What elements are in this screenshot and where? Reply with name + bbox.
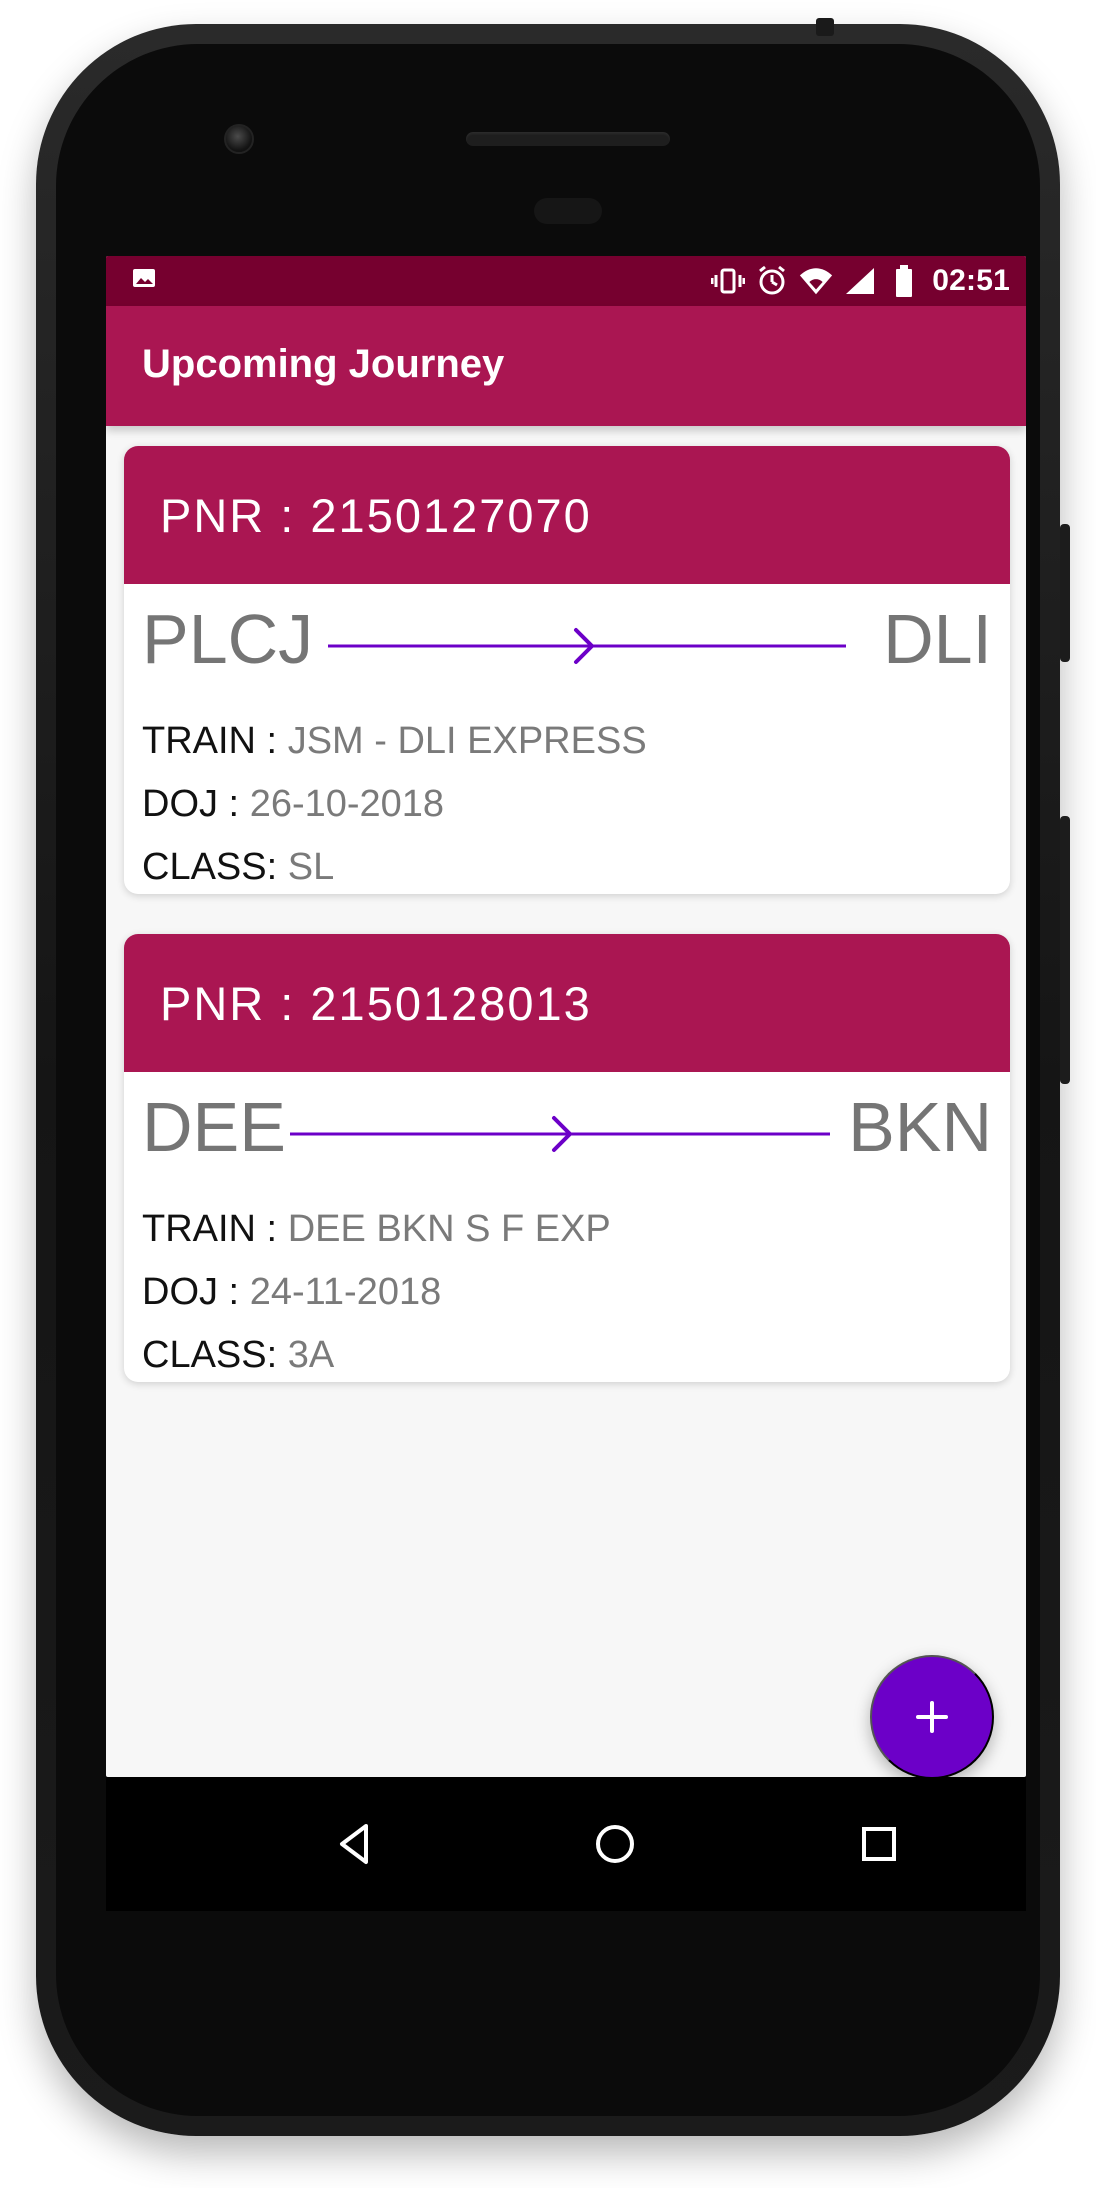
journey-list: PNR : 2150127070 PLCJ DLI TRAIN : JSM - … — [106, 438, 1026, 1622]
signal-icon — [842, 263, 878, 299]
pnr-number: 2150128013 — [310, 977, 592, 1030]
status-bar: 02:51 — [106, 256, 1026, 306]
doj-label: DOJ : — [142, 783, 240, 825]
route-row: DEE BKN — [142, 1092, 992, 1176]
system-navigation-bar — [106, 1777, 1026, 1911]
status-time: 02:51 — [932, 264, 1010, 297]
vibrate-icon — [710, 263, 746, 299]
pnr-number: 2150127070 — [310, 489, 592, 542]
train-detail: TRAIN : JSM - DLI EXPRESS — [142, 722, 647, 760]
train-value: JSM - DLI EXPRESS — [287, 720, 647, 762]
pnr-label: PNR : — [160, 489, 296, 542]
plus-icon — [916, 1701, 948, 1733]
status-icons: 02:51 — [710, 256, 1010, 306]
phone-bezel: 02:51 Upcoming Journey PNR : 2150127070 … — [56, 44, 1040, 2116]
journey-card-header: PNR : 2150128013 — [124, 934, 1010, 1072]
class-detail: CLASS: 3A — [142, 1336, 334, 1374]
journey-card[interactable]: PNR : 2150127070 PLCJ DLI TRAIN : JSM - … — [124, 446, 1010, 894]
train-detail: TRAIN : DEE BKN S F EXP — [142, 1210, 611, 1248]
journey-card-header: PNR : 2150127070 — [124, 446, 1010, 584]
add-journey-button[interactable] — [870, 1655, 994, 1777]
earpiece-speaker — [466, 132, 670, 146]
journey-card[interactable]: PNR : 2150128013 DEE BKN TRAIN : DEE BKN… — [124, 934, 1010, 1382]
doj-detail: DOJ : 26-10-2018 — [142, 785, 444, 823]
proximity-sensor — [534, 198, 602, 224]
doj-value: 26-10-2018 — [249, 783, 445, 825]
doj-detail: DOJ : 24-11-2018 — [142, 1273, 441, 1311]
class-label: CLASS: — [142, 846, 278, 888]
class-value: 3A — [287, 1334, 335, 1376]
class-label: CLASS: — [142, 1334, 278, 1376]
train-label: TRAIN : — [142, 720, 278, 762]
app-screen: 02:51 Upcoming Journey PNR : 2150127070 … — [106, 256, 1026, 1777]
destination-station: DLI — [883, 600, 992, 678]
pnr-label: PNR : — [160, 977, 296, 1030]
class-detail: CLASS: SL — [142, 848, 334, 886]
origin-station: DEE — [142, 1088, 286, 1166]
top-notch — [816, 18, 834, 36]
origin-station: PLCJ — [142, 600, 314, 678]
image-icon — [132, 268, 156, 288]
back-icon[interactable] — [324, 1813, 386, 1875]
app-toolbar: Upcoming Journey — [106, 306, 1026, 426]
phone-device: 02:51 Upcoming Journey PNR : 2150127070 … — [36, 18, 1070, 2136]
doj-value: 24-11-2018 — [249, 1271, 442, 1313]
recent-apps-icon[interactable] — [848, 1813, 910, 1875]
alarm-icon — [754, 263, 790, 299]
wifi-icon — [798, 263, 834, 299]
route-arrow-icon — [290, 1116, 830, 1152]
destination-station: BKN — [848, 1088, 992, 1166]
pnr-line: PNR : 2150127070 — [160, 492, 592, 539]
volume-button — [1060, 816, 1070, 1084]
power-button — [1060, 524, 1070, 662]
page-title: Upcoming Journey — [142, 342, 505, 386]
battery-icon — [886, 263, 922, 299]
route-row: PLCJ DLI — [142, 604, 992, 688]
front-camera — [224, 124, 254, 154]
home-icon[interactable] — [584, 1813, 646, 1875]
pnr-line: PNR : 2150128013 — [160, 980, 592, 1027]
route-arrow-icon — [328, 628, 846, 664]
train-value: DEE BKN S F EXP — [287, 1208, 611, 1250]
doj-label: DOJ : — [142, 1271, 240, 1313]
train-label: TRAIN : — [142, 1208, 278, 1250]
class-value: SL — [287, 846, 335, 888]
